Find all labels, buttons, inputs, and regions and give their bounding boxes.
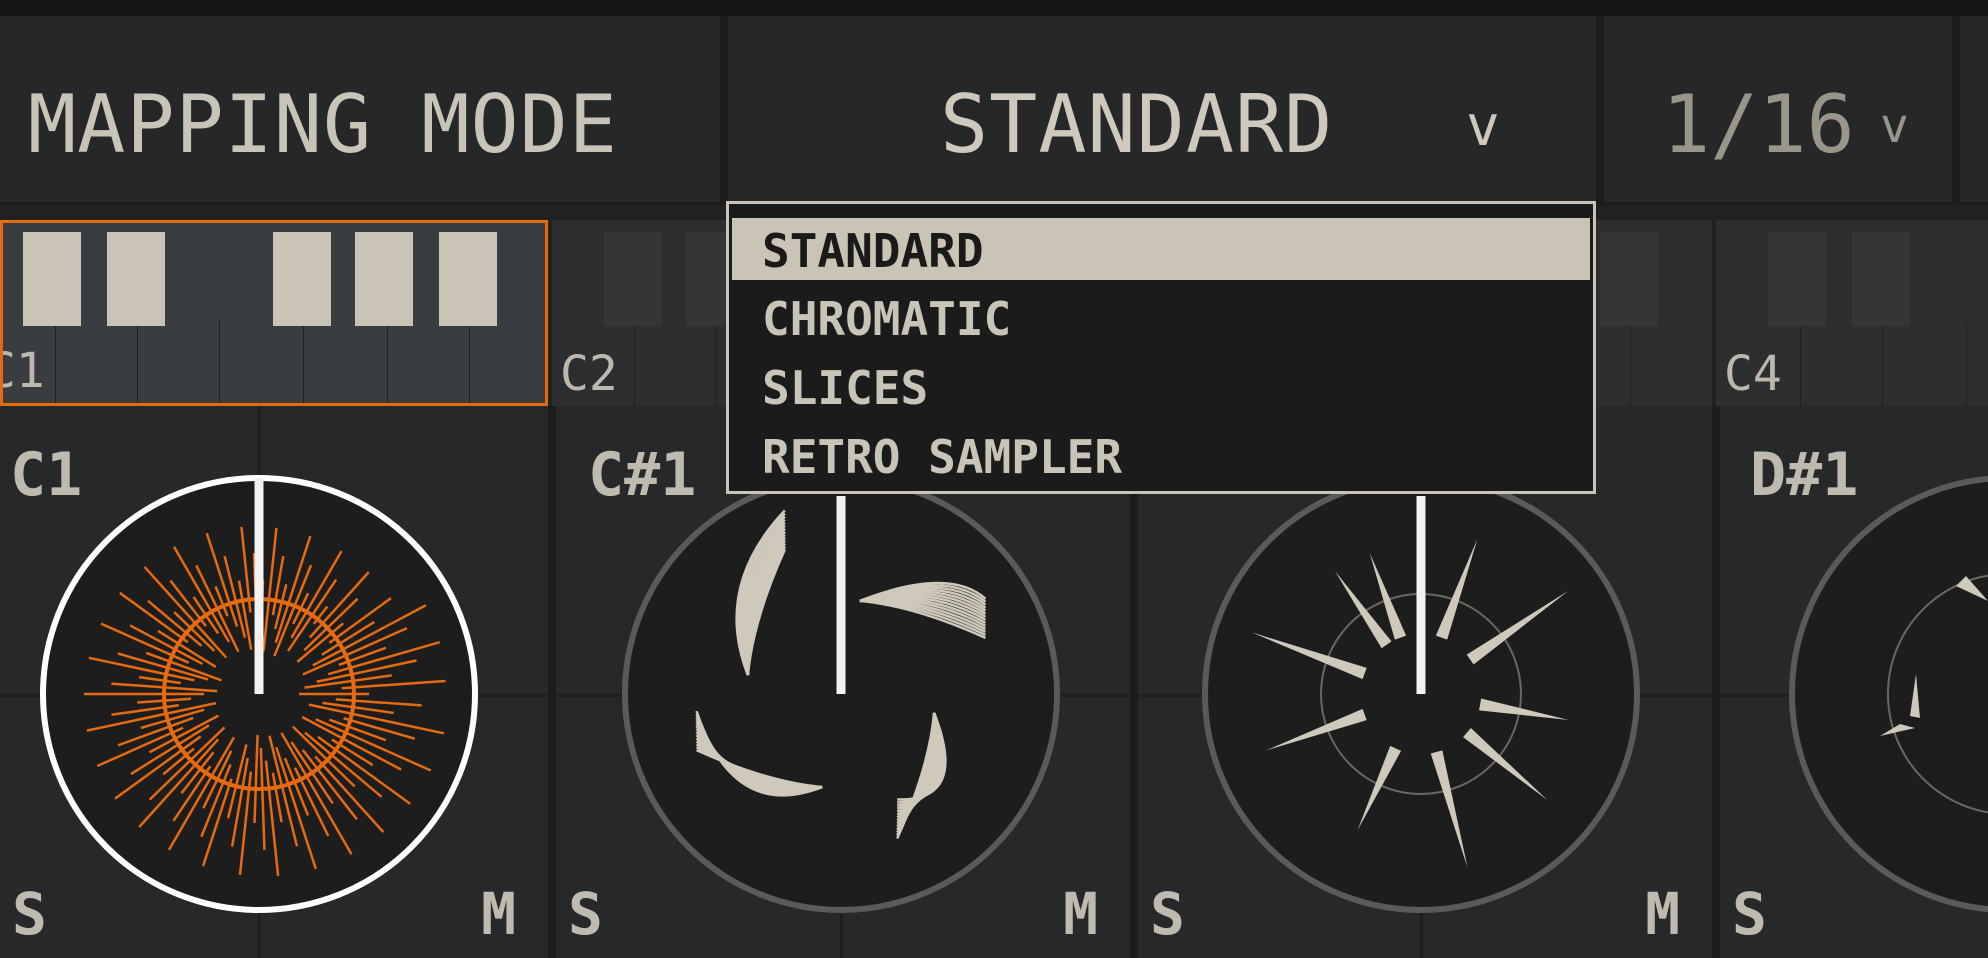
black-key[interactable] — [604, 232, 662, 326]
mapping-mode-dropdown: STANDARD CHROMATIC SLICES RETRO SAMPLER — [726, 201, 1596, 494]
keyboard-octave-c4[interactable]: C4 — [1716, 220, 1988, 406]
dropdown-option-slices[interactable]: SLICES — [732, 355, 1590, 417]
mapping-mode-value: STANDARD — [940, 78, 1334, 171]
mapping-mode-label: MAPPING MODE — [28, 78, 618, 171]
mute-button[interactable]: M — [1063, 880, 1098, 948]
black-key[interactable] — [355, 232, 413, 326]
header-overflow-panel — [1960, 16, 1988, 202]
pad-note-label: D#1 — [1750, 440, 1859, 510]
top-border — [0, 0, 1988, 16]
solo-button[interactable]: S — [1732, 880, 1767, 948]
black-key[interactable] — [1600, 232, 1658, 326]
octave-label: C2 — [560, 346, 618, 402]
solo-button[interactable]: S — [12, 880, 47, 948]
solo-button[interactable]: S — [1150, 880, 1185, 948]
octave-label: C4 — [1724, 346, 1782, 402]
black-key[interactable] — [1852, 232, 1910, 326]
sample-pad-d-sharp-1[interactable]: D#1 S — [1720, 406, 1988, 958]
black-key[interactable] — [107, 232, 165, 326]
solo-button[interactable]: S — [568, 880, 603, 948]
dropdown-option-chromatic[interactable]: CHROMATIC — [732, 286, 1590, 348]
black-key[interactable] — [273, 232, 331, 326]
rate-select[interactable]: 1/16 v — [1604, 16, 1952, 202]
black-key[interactable] — [1768, 232, 1826, 326]
pad-note-label: C#1 — [588, 440, 697, 510]
chevron-down-icon: v — [1880, 98, 1909, 154]
keyboard-octave-c1[interactable]: C1 — [0, 220, 548, 406]
mute-button[interactable]: M — [481, 880, 516, 948]
sample-pad-c1[interactable]: C1 S M — [0, 406, 548, 958]
black-key[interactable] — [439, 232, 497, 326]
dropdown-option-standard[interactable]: STANDARD — [732, 218, 1590, 280]
black-key[interactable] — [23, 232, 81, 326]
mute-button[interactable]: M — [1645, 880, 1680, 948]
pad-divider — [1712, 406, 1720, 958]
mapping-mode-select[interactable]: STANDARD v — [728, 16, 1596, 202]
octave-label: C1 — [3, 343, 45, 399]
chevron-down-icon: v — [1466, 94, 1500, 159]
dropdown-option-retro-sampler[interactable]: RETRO SAMPLER — [732, 424, 1590, 486]
pad-note-label: C1 — [10, 440, 83, 510]
mapping-mode-label-panel: MAPPING MODE — [0, 16, 720, 202]
rate-value: 1/16 — [1662, 78, 1855, 171]
pad-divider — [548, 406, 556, 958]
